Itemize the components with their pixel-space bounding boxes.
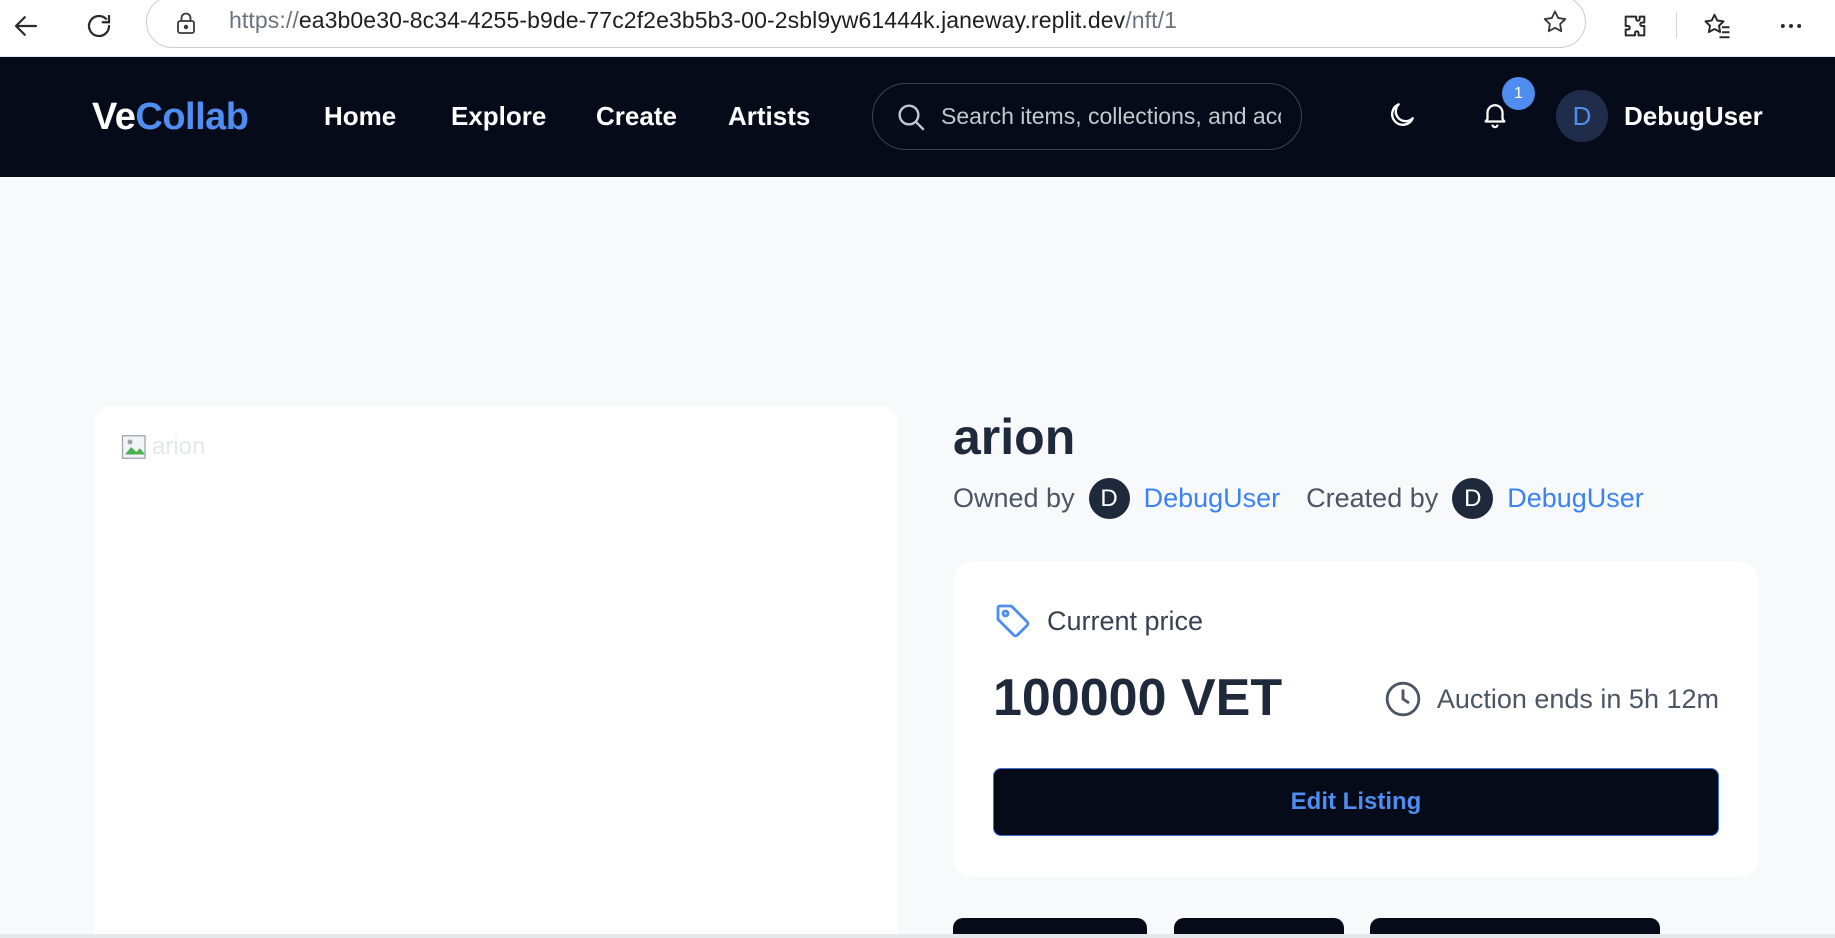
favorites-button[interactable]: [1697, 6, 1737, 46]
owned-by-label: Owned by: [953, 483, 1075, 513]
favorites-icon: [1704, 13, 1730, 39]
nav-artists[interactable]: Artists: [728, 101, 810, 132]
creator-link[interactable]: DebugUser: [1507, 483, 1644, 514]
logo-ve: Ve: [92, 96, 136, 138]
back-icon: [14, 16, 38, 36]
logo-collab: Collab: [135, 96, 249, 138]
refresh-button[interactable]: [79, 6, 119, 46]
price-label-row: Current price: [993, 601, 1203, 641]
price-value: 100000 VET: [993, 669, 1283, 727]
creator-avatar[interactable]: D: [1452, 478, 1494, 519]
edit-listing-button[interactable]: Edit Listing: [993, 768, 1719, 836]
notification-badge: 1: [1502, 77, 1535, 110]
star-icon[interactable]: [1541, 8, 1569, 36]
more-icon: [1780, 24, 1802, 28]
address-bar[interactable]: https://ea3b0e30-8c34-4255-b9de-77c2f2e3…: [146, 0, 1586, 48]
nav-explore[interactable]: Explore: [451, 101, 546, 132]
theme-toggle-button[interactable]: [1386, 99, 1418, 131]
more-button[interactable]: [1771, 6, 1811, 46]
url-path: /nft/1: [1125, 7, 1178, 33]
auction-text: Auction ends in 5h 12m: [1436, 683, 1719, 714]
price-label: Current price: [1047, 605, 1204, 636]
extensions-button[interactable]: [1615, 6, 1655, 46]
auction-timer: Auction ends in 5h 12m: [1383, 679, 1719, 719]
toolbar-divider: [1676, 12, 1677, 38]
lock-icon: [177, 12, 195, 34]
clock-icon: [1385, 681, 1421, 717]
viewport-bottom-edge: [0, 934, 1835, 938]
back-button[interactable]: [6, 6, 46, 46]
search-input[interactable]: [941, 103, 1281, 130]
broken-image-icon: [121, 435, 146, 459]
user-name[interactable]: DebugUser: [1624, 101, 1763, 132]
browser-toolbar: https://ea3b0e30-8c34-4255-b9de-77c2f2e3…: [0, 0, 1835, 57]
nav-create[interactable]: Create: [596, 101, 677, 132]
nft-title: arion: [953, 409, 1076, 465]
nft-image: arion: [120, 432, 205, 462]
url-prefix: https://: [229, 7, 299, 33]
nav-home[interactable]: Home: [324, 101, 396, 132]
owner-avatar[interactable]: D: [1088, 478, 1130, 519]
nft-byline: Owned by D DebugUser Created by D DebugU…: [953, 478, 1644, 519]
url-text: https://ea3b0e30-8c34-4255-b9de-77c2f2e3…: [229, 7, 1177, 34]
owner-link[interactable]: DebugUser: [1144, 483, 1281, 514]
moon-icon: [1391, 103, 1414, 126]
nft-image-alt-text: arion: [152, 433, 206, 460]
price-card: Current price 100000 VET Auction ends in…: [953, 561, 1759, 877]
logo[interactable]: VeCollab: [92, 96, 249, 139]
nft-image-card: arion: [94, 406, 898, 938]
created-by-label: Created by: [1306, 483, 1439, 513]
search-box[interactable]: [872, 83, 1302, 150]
app-header: VeCollab Home Explore Create Artists 1 D…: [0, 57, 1835, 177]
tag-icon: [996, 604, 1030, 638]
avatar[interactable]: D: [1556, 90, 1608, 142]
extensions-icon: [1624, 15, 1646, 37]
refresh-icon: [87, 14, 111, 38]
search-icon: [898, 103, 925, 130]
url-host: ea3b0e30-8c34-4255-b9de-77c2f2e3b5b3-00-…: [298, 7, 1126, 33]
